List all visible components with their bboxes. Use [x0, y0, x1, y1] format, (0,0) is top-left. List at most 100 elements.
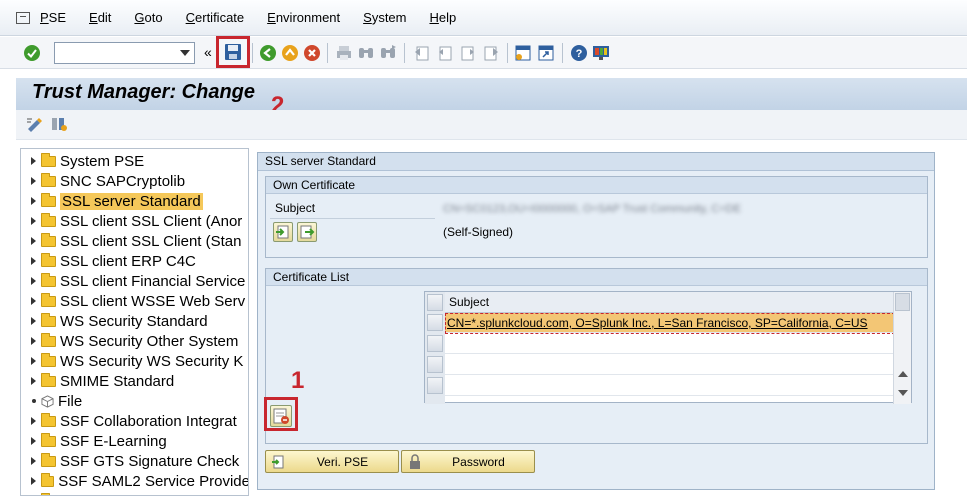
subject-label: Subject	[275, 201, 316, 215]
expand-icon[interactable]	[31, 297, 36, 305]
tree-item[interactable]: SSF GTS Signature Check	[21, 451, 248, 471]
expand-icon[interactable]	[31, 177, 36, 185]
tree-item[interactable]: SSL client WSSE Web Serv	[21, 291, 248, 311]
password-button[interactable]: Password	[401, 450, 535, 473]
row-selector[interactable]	[427, 335, 443, 352]
tree-item[interactable]: SSF Collaboration Integrat	[21, 411, 248, 431]
menu-pse[interactable]: PSE	[40, 10, 66, 25]
subject-column-header[interactable]: Subject	[445, 292, 895, 313]
certificate-subject-cell[interactable]: CN=*.splunkcloud.com, O=Splunk Inc., L=S…	[447, 316, 868, 330]
expand-icon[interactable]	[31, 317, 36, 325]
row-selector[interactable]	[427, 377, 443, 394]
file-cube-icon	[41, 394, 54, 408]
menu-certificate[interactable]: Certificate	[186, 10, 245, 25]
pse-tree[interactable]: System PSE SNC SAPCryptolib SSL server Sta…	[20, 148, 249, 496]
select-all-button[interactable]	[427, 294, 443, 311]
chevron-down-icon[interactable]	[180, 50, 190, 56]
expand-icon[interactable]	[31, 337, 36, 345]
row-selector[interactable]	[427, 314, 443, 331]
certificate-icon[interactable]	[50, 116, 68, 132]
expand-icon[interactable]	[31, 477, 36, 485]
folder-icon	[41, 272, 56, 287]
menu-system[interactable]: System	[363, 10, 406, 25]
command-field[interactable]	[54, 42, 195, 64]
export-certificate-button[interactable]	[297, 222, 317, 242]
expand-icon[interactable]	[31, 437, 36, 445]
menu-help[interactable]: Help	[429, 10, 456, 25]
table-row[interactable]	[445, 376, 895, 396]
tree-item[interactable]: SSL server Standard	[21, 191, 248, 211]
expand-icon[interactable]	[31, 377, 36, 385]
tree-item[interactable]: SMIME Standard	[21, 371, 248, 391]
password-label: Password	[452, 454, 505, 469]
table-row[interactable]	[445, 334, 895, 354]
menu-environment[interactable]: Environment	[267, 10, 340, 25]
step-marker-1: 1	[291, 367, 305, 394]
table-row[interactable]: CN=*.splunkcloud.com, O=Splunk Inc., L=S…	[445, 313, 895, 333]
print-icon[interactable]	[335, 44, 353, 62]
tree-item[interactable]: WS Security Standard	[21, 311, 248, 331]
expand-icon[interactable]	[31, 417, 36, 425]
shortcut-icon[interactable]	[537, 44, 555, 62]
own-certificate-title: Own Certificate	[266, 177, 927, 194]
last-page-icon[interactable]	[482, 44, 500, 62]
create-session-icon[interactable]	[514, 44, 532, 62]
scroll-down-icon[interactable]	[898, 390, 908, 396]
customize-layout-icon[interactable]	[592, 44, 610, 62]
scroll-up-icon[interactable]	[898, 371, 908, 377]
tree-item[interactable]: System PSE	[21, 151, 248, 171]
folder-icon	[41, 252, 56, 267]
column-settings-icon[interactable]	[895, 293, 910, 311]
table-scrollbar[interactable]	[893, 292, 911, 404]
cancel-icon[interactable]	[303, 44, 321, 62]
tree-item[interactable]: WS Security Other System	[21, 331, 248, 351]
double-chevron-left-icon[interactable]: «	[204, 44, 212, 60]
enter-icon[interactable]	[23, 44, 41, 62]
tree-item-label: SSF Collaboration Integrat	[60, 412, 237, 430]
expand-icon[interactable]	[31, 457, 36, 465]
expand-icon[interactable]	[31, 357, 36, 365]
system-menu-icon[interactable]	[16, 11, 30, 24]
next-page-icon[interactable]	[459, 44, 477, 62]
expand-icon[interactable]	[31, 257, 36, 265]
tree-item[interactable]: SSF SAML2 Service Provid	[21, 491, 248, 495]
exit-icon[interactable]	[281, 44, 299, 62]
expand-icon[interactable]	[31, 237, 36, 245]
folder-icon	[41, 172, 56, 187]
tree-item[interactable]: SSF SAML2 Service Provide	[21, 471, 248, 491]
tree-item-label: WS Security Other System	[60, 332, 239, 350]
expand-icon[interactable]	[31, 197, 36, 205]
tree-item[interactable]: SSL client ERP C4C	[21, 251, 248, 271]
save-highlight-box	[216, 36, 250, 68]
menu-goto[interactable]: Goto	[134, 10, 162, 25]
tree-item[interactable]: SNC SAPCryptolib	[21, 171, 248, 191]
find-icon[interactable]	[357, 44, 375, 62]
first-page-icon[interactable]	[413, 44, 431, 62]
tree-item[interactable]: File	[21, 391, 248, 411]
tree-item[interactable]: SSF E-Learning	[21, 431, 248, 451]
certificate-list-title: Certificate List	[266, 269, 927, 286]
veri-pse-button[interactable]: Veri. PSE	[265, 450, 399, 473]
command-input[interactable]	[55, 43, 175, 63]
row-selector[interactable]	[427, 356, 443, 373]
expand-icon[interactable]	[31, 277, 36, 285]
tree-item[interactable]: SSL client SSL Client (Stan	[21, 231, 248, 251]
tree-item[interactable]: SSL client SSL Client (Anor	[21, 211, 248, 231]
display-change-icon[interactable]	[26, 116, 44, 132]
back-icon[interactable]	[259, 44, 277, 62]
help-icon[interactable]: ?	[570, 44, 588, 62]
tree-item-label: SSL client SSL Client (Stan	[60, 232, 242, 250]
tree-item[interactable]: SSL client Financial Service	[21, 271, 248, 291]
find-next-icon[interactable]	[379, 44, 397, 62]
tree-item[interactable]: WS Security WS Security K	[21, 351, 248, 371]
export-icon	[300, 225, 315, 239]
folder-icon	[41, 372, 56, 387]
leaf-bullet-icon	[32, 399, 36, 403]
expand-icon[interactable]	[31, 217, 36, 225]
table-row[interactable]	[445, 355, 895, 375]
previous-page-icon[interactable]	[436, 44, 454, 62]
folder-icon	[41, 232, 56, 247]
import-certificate-button[interactable]	[273, 222, 293, 242]
expand-icon[interactable]	[31, 157, 36, 165]
menu-edit[interactable]: Edit	[89, 10, 111, 25]
